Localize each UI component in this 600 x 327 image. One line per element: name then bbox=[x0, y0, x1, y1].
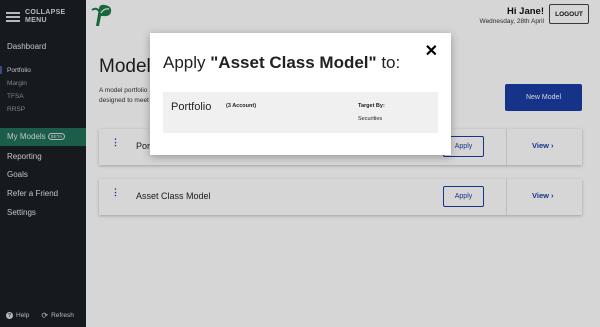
target-by-value: Securities bbox=[358, 116, 383, 122]
portfolio-name: Portfolio bbox=[171, 101, 212, 113]
account-count: (3 Account) bbox=[226, 103, 257, 109]
apply-model-dialog: Apply "Asset Class Model" to: ✕ Portfoli… bbox=[150, 33, 451, 155]
dialog-title-prefix: Apply bbox=[163, 53, 211, 72]
portfolio-option-row[interactable]: Portfolio (3 Account) Target By: Securit… bbox=[163, 92, 438, 133]
dialog-title-model: "Asset Class Model" bbox=[210, 53, 377, 72]
dialog-title-suffix: to: bbox=[376, 53, 401, 72]
target-by-label: Target By: bbox=[358, 103, 385, 109]
close-icon[interactable]: ✕ bbox=[425, 44, 438, 60]
dialog-title: Apply "Asset Class Model" to: bbox=[163, 53, 400, 73]
